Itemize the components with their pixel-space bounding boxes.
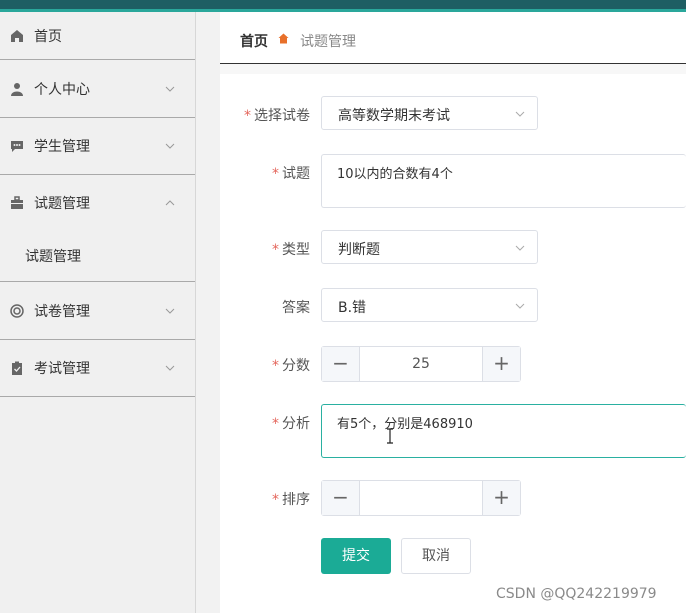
sidebar-subitem-questions[interactable]: 试题管理 — [0, 231, 195, 282]
answer-select-value: B.错 — [338, 300, 367, 316]
sidebar-item-label: 试题管理 — [34, 195, 90, 212]
paper-select[interactable]: 高等数学期末考试 — [321, 96, 538, 130]
type-select-value: 判断题 — [338, 242, 380, 258]
question-textarea[interactable]: 10以内的合数有4个 — [321, 154, 686, 208]
sidebar-item-questions[interactable]: 试题管理 — [0, 174, 195, 231]
sidebar-item-label: 学生管理 — [34, 138, 90, 155]
breadcrumb-current: 试题管理 — [300, 34, 356, 50]
submit-button[interactable]: 提交 — [321, 538, 391, 574]
sidebar-item-label: 首页 — [34, 28, 62, 45]
chevron-down-icon — [165, 365, 175, 371]
chat-icon — [11, 140, 23, 152]
chevron-down-icon — [165, 143, 175, 149]
answer-select[interactable]: B.错 — [321, 288, 538, 322]
increment-button[interactable]: + — [482, 481, 520, 515]
watermark: CSDN @QQ242219979 — [496, 586, 657, 602]
paper-select-value: 高等数学期末考试 — [338, 108, 450, 124]
sidebar-subitem-label: 试题管理 — [25, 249, 81, 265]
header-gap — [220, 64, 686, 74]
score-stepper[interactable]: − 25 + — [321, 346, 521, 382]
sidebar-item-label: 试卷管理 — [34, 303, 90, 320]
circle-icon — [10, 303, 24, 318]
type-select[interactable]: 判断题 — [321, 230, 538, 264]
house-icon — [278, 33, 289, 44]
order-label: * 排序 — [272, 492, 310, 508]
sidebar: 首页 个人中心 学生管理 试题管理 试题管理 试卷管理 考试管理 — [0, 12, 196, 613]
question-label: * 试题 — [272, 166, 310, 182]
sidebar-item-profile[interactable]: 个人中心 — [0, 60, 195, 118]
order-stepper[interactable]: − + — [321, 480, 521, 516]
text-cursor-icon — [387, 428, 393, 444]
chevron-down-icon — [515, 111, 525, 117]
sidebar-item-students[interactable]: 学生管理 — [0, 117, 195, 175]
sidebar-item-home[interactable]: 首页 — [0, 12, 195, 60]
analysis-textarea[interactable]: 有5个，分别是468910 — [321, 404, 686, 458]
chevron-down-icon — [165, 308, 175, 314]
main-content: 首页 试题管理 * 选择试卷 高等数学期末考试 * 试题 10以内的合数有4个 * 类… — [220, 12, 686, 613]
paper-label: * 选择试卷 — [244, 108, 310, 124]
chevron-up-icon — [165, 199, 175, 205]
chevron-down-icon — [165, 86, 175, 92]
score-value[interactable]: 25 — [360, 356, 482, 372]
sidebar-item-exams[interactable]: 考试管理 — [0, 339, 195, 397]
sidebar-item-papers[interactable]: 试卷管理 — [0, 282, 195, 340]
increment-button[interactable]: + — [482, 347, 520, 381]
sidebar-item-label: 考试管理 — [34, 360, 90, 377]
analysis-label: * 分析 — [272, 416, 310, 432]
decrement-button[interactable]: − — [322, 481, 360, 515]
clipboard-icon — [12, 361, 22, 375]
decrement-button[interactable]: − — [322, 347, 360, 381]
briefcase-icon — [11, 195, 23, 209]
chevron-down-icon — [515, 303, 525, 309]
analysis-value: 有5个，分别是468910 — [337, 417, 473, 432]
user-icon — [11, 82, 23, 96]
score-label: * 分数 — [272, 358, 310, 374]
answer-label: 答案 — [282, 300, 310, 316]
type-label: * 类型 — [272, 242, 310, 258]
chevron-down-icon — [515, 245, 525, 251]
breadcrumb-home[interactable]: 首页 — [240, 31, 268, 51]
sidebar-item-label: 个人中心 — [34, 81, 90, 98]
cancel-button[interactable]: 取消 — [401, 538, 471, 574]
home-icon — [11, 29, 23, 42]
question-value: 10以内的合数有4个 — [337, 167, 453, 182]
breadcrumb: 首页 试题管理 — [220, 12, 686, 64]
